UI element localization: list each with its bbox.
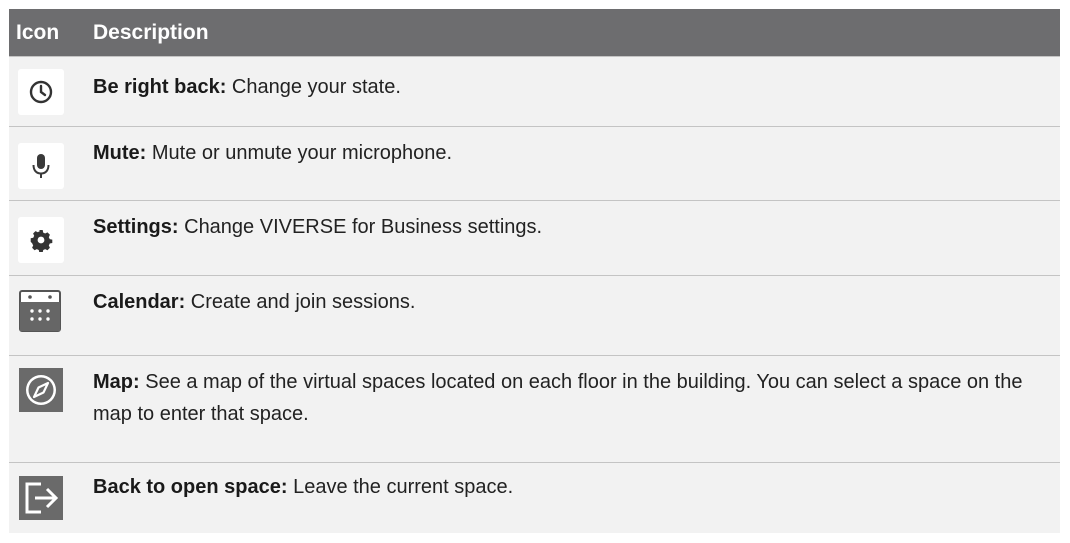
- table-header: Icon Description: [9, 9, 1060, 56]
- row-text: Mute or unmute your microphone.: [146, 142, 453, 164]
- icon-table: Icon Description Be right back: Change y…: [9, 9, 1060, 533]
- row-description: Settings: Change VIVERSE for Business se…: [93, 211, 1046, 243]
- microphone-icon: [18, 143, 64, 189]
- row-text: Leave the current space.: [287, 476, 514, 498]
- row-term: Settings:: [93, 216, 179, 238]
- table-row: Back to open space: Leave the current sp…: [9, 462, 1060, 534]
- row-term: Calendar:: [93, 291, 186, 313]
- header-icon-column: Icon: [16, 20, 60, 44]
- row-description: Map: See a map of the virtual spaces loc…: [93, 366, 1046, 430]
- row-description: Calendar: Create and join sessions.: [93, 286, 1046, 318]
- row-term: Mute:: [93, 142, 147, 164]
- row-term: Back to open space:: [93, 476, 288, 498]
- table-row: Calendar: Create and join sessions.: [9, 275, 1060, 356]
- row-term: Map:: [93, 371, 140, 393]
- row-description: Be right back: Change your state.: [93, 71, 1046, 103]
- row-text: Create and join sessions.: [185, 291, 416, 313]
- row-term: Be right back:: [93, 76, 227, 98]
- row-description: Back to open space: Leave the current sp…: [93, 471, 1046, 503]
- header-description-column: Description: [93, 20, 209, 44]
- table-row: Be right back: Change your state.: [9, 56, 1060, 127]
- table-row: Settings: Change VIVERSE for Business se…: [9, 200, 1060, 276]
- row-description: Mute: Mute or unmute your microphone.: [93, 137, 1046, 169]
- calendar-icon: [19, 286, 61, 334]
- row-text: Change VIVERSE for Business settings.: [178, 216, 543, 238]
- row-text: Change your state.: [226, 76, 401, 98]
- row-text: See a map of the virtual spaces located …: [93, 371, 1023, 425]
- compass-icon: [19, 368, 63, 412]
- gear-icon: [18, 217, 64, 263]
- exit-arrow-icon: [19, 476, 63, 520]
- table-row: Map: See a map of the virtual spaces loc…: [9, 355, 1060, 463]
- table-row: Mute: Mute or unmute your microphone.: [9, 126, 1060, 201]
- clock-icon: [18, 69, 64, 115]
